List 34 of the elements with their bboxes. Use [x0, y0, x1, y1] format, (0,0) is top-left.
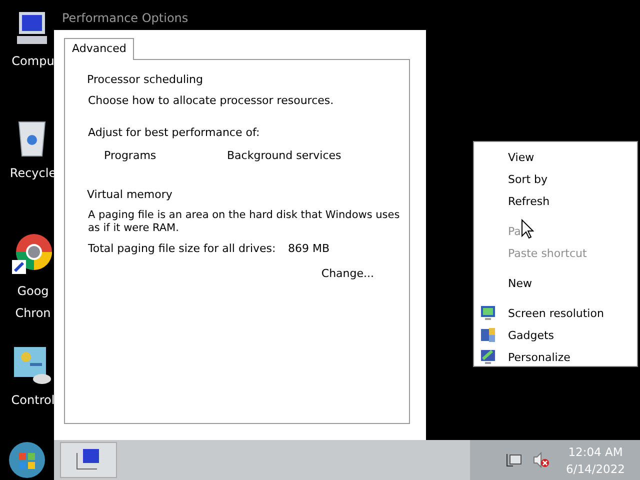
control-panel-icon — [12, 345, 52, 385]
adjust-label: Adjust for best performance of: — [88, 126, 261, 139]
menu-item[interactable]: Screen resolution — [474, 302, 637, 324]
menu-item[interactable]: Sort by — [474, 168, 637, 190]
desktop-icon-label[interactable]: Recycle — [10, 162, 56, 184]
window-title: Performance Options — [61, 10, 190, 27]
option-label[interactable]: Programs — [104, 149, 227, 162]
network-icon[interactable] — [506, 452, 522, 468]
desktop-icon-label[interactable]: Goog Chron — [15, 280, 51, 324]
mouse-cursor-icon — [521, 219, 534, 239]
tab[interactable]: Advanced — [64, 38, 134, 60]
menu-item[interactable]: New — [474, 272, 637, 294]
computer-icon — [15, 10, 49, 46]
personalize-icon — [480, 349, 496, 365]
menu-item[interactable]: View — [474, 146, 637, 168]
desktop-icon-label[interactable]: Compu — [12, 50, 54, 72]
paging-size-value: 869 MB — [288, 242, 330, 255]
menu-item[interactable]: Refresh — [474, 190, 637, 212]
monitor-icon — [480, 305, 496, 321]
option-label[interactable]: Background services — [227, 149, 350, 162]
description-text: A paging file is an area on the hard disk that Windows uses as if it were RAM. — [88, 209, 401, 235]
paging-size-label: Total paging file size for all drives: — [88, 242, 277, 255]
description-text: Choose how to allocate processor resources. — [88, 94, 335, 107]
volume-icon[interactable] — [532, 452, 550, 468]
desktop-icon-label[interactable]: Control — [11, 389, 55, 411]
menu-item[interactable]: Personalize — [474, 346, 637, 368]
gadgets-icon — [480, 327, 496, 343]
section-heading: Virtual memory — [87, 188, 174, 201]
section-heading: Processor scheduling — [87, 73, 204, 86]
change-button[interactable]: Change... — [321, 267, 374, 280]
browser-icon — [12, 232, 52, 276]
taskbar-button[interactable] — [60, 442, 117, 478]
menu-item[interactable]: Gadgets — [474, 324, 637, 346]
start-button[interactable] — [8, 441, 46, 479]
